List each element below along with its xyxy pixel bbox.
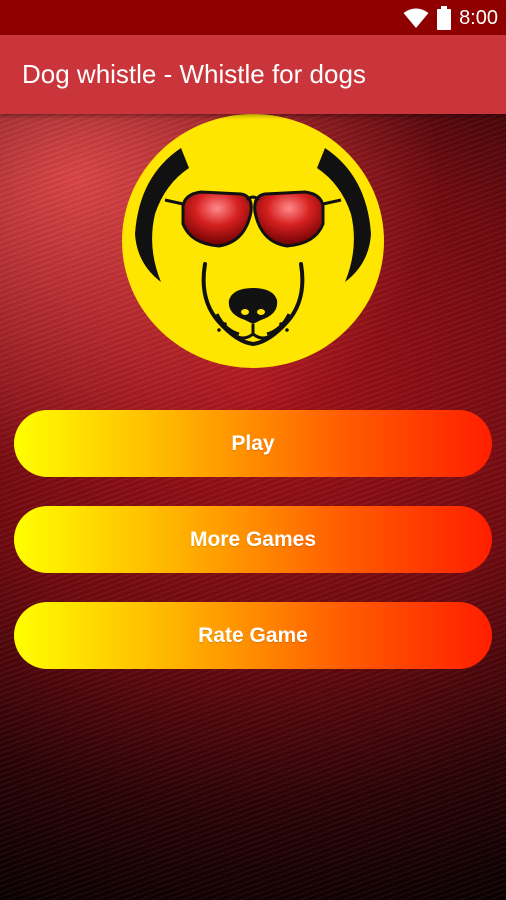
- more-games-button[interactable]: More Games: [14, 506, 492, 573]
- app-bar: Dog whistle - Whistle for dogs: [0, 35, 506, 114]
- rate-game-button-label: Rate Game: [198, 623, 308, 647]
- battery-icon: [437, 6, 452, 30]
- more-games-button-label: More Games: [189, 527, 317, 551]
- status-icons: 8:00: [403, 5, 498, 31]
- app-title: Dog whistle - Whistle for dogs: [22, 59, 366, 89]
- dog-logo: [122, 114, 384, 368]
- status-time: 8:00: [459, 6, 498, 29]
- main-content: Play More Games Rate Game: [0, 114, 506, 900]
- play-button[interactable]: Play: [14, 410, 492, 477]
- status-bar: 8:00: [0, 0, 506, 35]
- rate-game-button[interactable]: Rate Game: [14, 602, 492, 669]
- wifi-icon: [403, 8, 429, 28]
- play-button-label: Play: [231, 431, 275, 455]
